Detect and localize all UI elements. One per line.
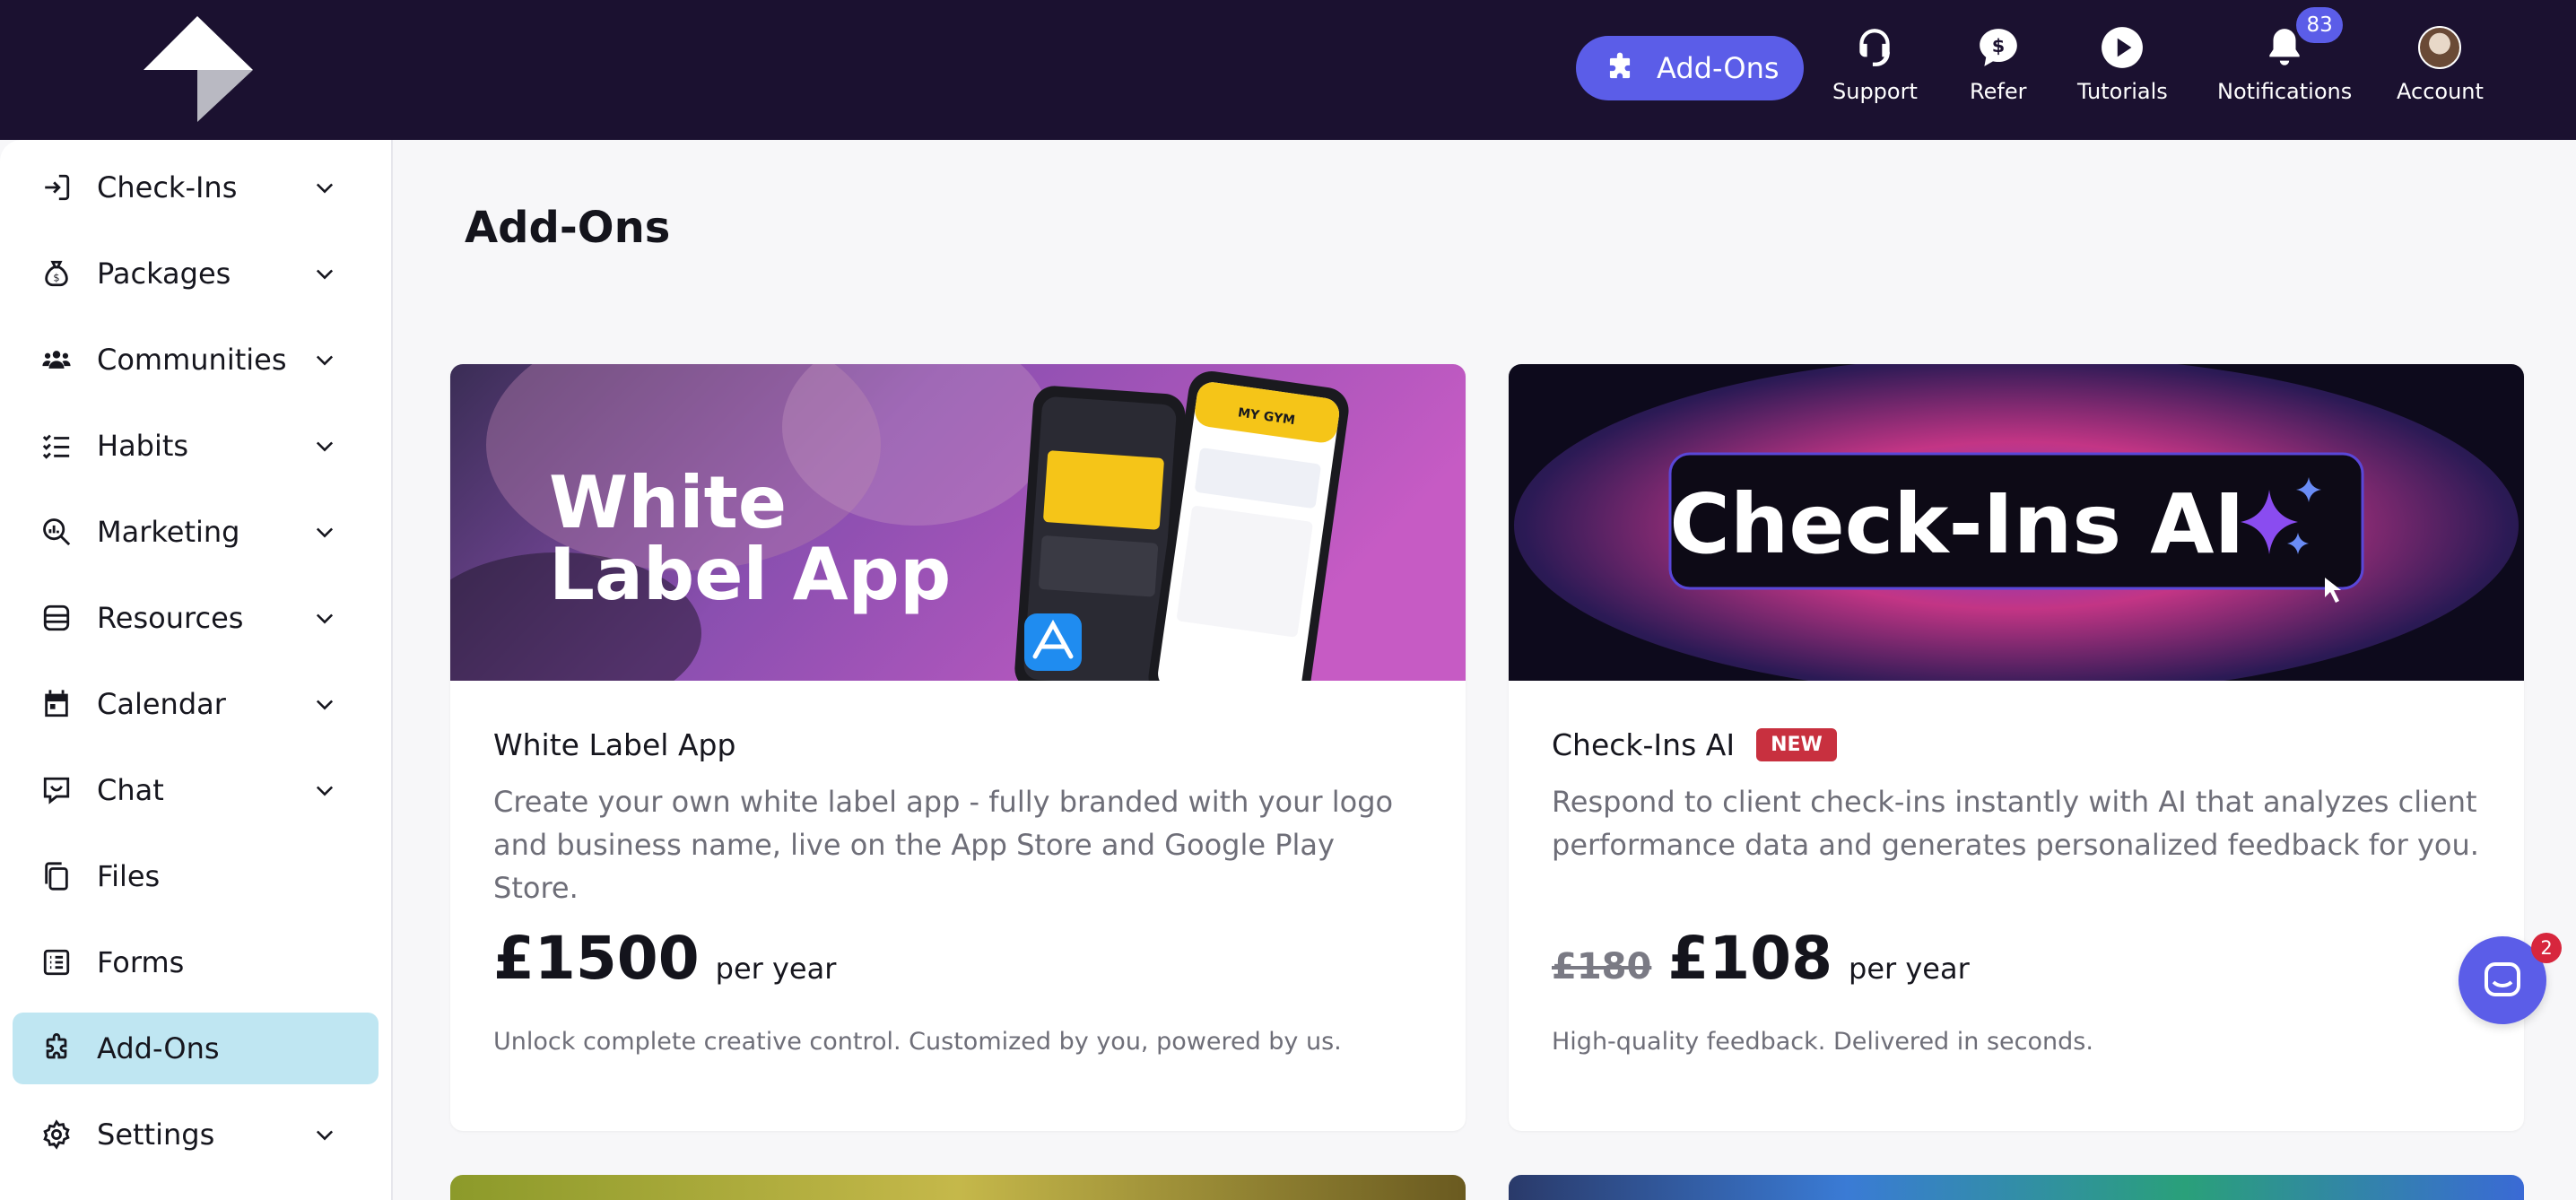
- support-button[interactable]: Support: [1832, 23, 1918, 113]
- price-row: £180 £108 per year: [1552, 924, 1970, 993]
- addons-button-label: Add-Ons: [1657, 51, 1780, 85]
- sidebar-item-check-ins[interactable]: Check-Ins: [13, 152, 379, 223]
- card-tagline: High-quality feedback. Delivered in seco…: [1552, 1028, 2093, 1056]
- checklist-icon: [42, 434, 70, 459]
- svg-text:$: $: [1991, 35, 2005, 57]
- account-label: Account: [2397, 79, 2484, 104]
- chevron-down-icon[interactable]: [312, 175, 337, 200]
- puzzle-icon: [1609, 52, 1631, 79]
- white-label-app-banner: MY GYM White Label App: [450, 364, 1466, 681]
- notifications-count-badge: 83: [2296, 7, 2344, 43]
- magnify-chart-icon: [43, 518, 71, 546]
- tutorials-button[interactable]: Tutorials: [2077, 23, 2168, 113]
- sidebar-item-calendar[interactable]: Calendar: [13, 668, 379, 740]
- chevron-down-icon[interactable]: [312, 519, 337, 544]
- page-title: Add-Ons: [465, 203, 671, 253]
- svg-text:$: $: [53, 272, 59, 284]
- chevron-down-icon[interactable]: [312, 778, 337, 803]
- sidebar-item-marketing[interactable]: Marketing: [13, 496, 379, 568]
- card-description: Respond to client check-ins instantly wi…: [1552, 785, 2479, 862]
- chat-unread-badge: 2: [2531, 933, 2562, 963]
- sidebar-item-label: Files: [97, 859, 161, 893]
- form-icon: [43, 949, 70, 976]
- brand-logo[interactable]: [142, 14, 253, 122]
- sidebar-item-habits[interactable]: Habits: [13, 410, 379, 482]
- account-button[interactable]: Account: [2397, 23, 2484, 113]
- avatar: [2418, 26, 2462, 69]
- sidebar-item-label: Packages: [97, 257, 231, 291]
- money-bag-icon: $: [45, 260, 68, 287]
- sidebar-item-label: Habits: [97, 429, 189, 463]
- addons-button[interactable]: Add-Ons: [1576, 36, 1804, 100]
- card-description: Create your own white label app - fully …: [493, 785, 1394, 905]
- sidebar-item-add-ons[interactable]: Add-Ons: [13, 1013, 379, 1084]
- addon-card-peek[interactable]: [1509, 1175, 2524, 1200]
- chat-icon: [2485, 962, 2520, 996]
- sidebar-item-chat[interactable]: Chat: [13, 754, 379, 826]
- chevron-down-icon[interactable]: [312, 347, 337, 372]
- sidebar-item-label: Add-Ons: [97, 1031, 220, 1065]
- chevron-down-icon[interactable]: [312, 1122, 337, 1147]
- people-icon: [42, 351, 71, 369]
- new-badge: NEW: [1756, 727, 1837, 761]
- card-title: Check-Ins AI: [1552, 726, 1736, 762]
- sidebar-item-resources[interactable]: Resources: [13, 582, 379, 654]
- banner-title: Check-Ins AI: [1669, 476, 2244, 572]
- play-icon: [2102, 27, 2144, 68]
- addon-card-white-label-app[interactable]: MY GYM White Label App White Label App C…: [450, 364, 1466, 1131]
- puzzle-icon: [46, 1033, 67, 1059]
- dollar-bubble-icon: $: [1979, 29, 2017, 66]
- notifications-button[interactable]: 83 Notifications: [2217, 7, 2353, 113]
- chevron-down-icon[interactable]: [312, 261, 337, 286]
- refer-button[interactable]: $ Refer: [1970, 23, 2026, 113]
- sidebar-item-settings[interactable]: Settings: [13, 1099, 379, 1170]
- price: £108: [1667, 924, 1833, 993]
- tutorials-label: Tutorials: [2077, 79, 2168, 104]
- addon-card-peek[interactable]: [450, 1175, 1466, 1200]
- original-price: £180: [1552, 946, 1652, 987]
- sidebar-item-label: Resources: [97, 601, 244, 635]
- sidebar-item-label: Forms: [97, 945, 185, 979]
- sidebar: Check-Ins $ Packages Communities Habits …: [0, 140, 393, 1200]
- price-period: per year: [715, 952, 837, 986]
- sidebar-item-label: Check-Ins: [97, 170, 238, 204]
- sidebar-item-label: Calendar: [97, 687, 226, 721]
- sidebar-item-label: Marketing: [97, 515, 240, 549]
- price: £1500: [493, 924, 700, 993]
- banner-text-line2: Label App: [549, 533, 951, 616]
- top-bar: Add-Ons Support $ Refer Tutorials 83 Not…: [0, 0, 2576, 140]
- price-period: per year: [1849, 952, 1970, 986]
- files-icon: [45, 862, 68, 891]
- card-title: White Label App: [493, 726, 736, 762]
- sidebar-item-label: Chat: [97, 773, 164, 807]
- chevron-down-icon[interactable]: [312, 433, 337, 458]
- refer-label: Refer: [1970, 79, 2027, 104]
- chevron-down-icon[interactable]: [312, 605, 337, 630]
- support-label: Support: [1832, 79, 1918, 104]
- headset-icon: [1859, 29, 1891, 66]
- sidebar-item-label: Communities: [97, 343, 287, 377]
- price-row: £1500 per year: [493, 924, 836, 993]
- gear-icon: [43, 1119, 70, 1150]
- sidebar-item-files[interactable]: Files: [13, 840, 379, 912]
- sidebar-item-communities[interactable]: Communities: [13, 324, 379, 396]
- check-ins-ai-banner: Check-Ins AI: [1509, 364, 2524, 681]
- addon-card-check-ins-ai[interactable]: Check-Ins AI Check-Ins AI NEW Respond to…: [1509, 364, 2524, 1131]
- sidebar-item-packages[interactable]: $ Packages: [13, 238, 379, 309]
- database-icon: [43, 604, 70, 631]
- check-in-icon: [45, 174, 70, 201]
- sidebar-item-label: Settings: [97, 1117, 215, 1152]
- sidebar-item-forms[interactable]: Forms: [13, 926, 379, 998]
- card-tagline: Unlock complete creative control. Custom…: [493, 1028, 1342, 1056]
- chat-icon: [43, 777, 70, 804]
- notifications-label: Notifications: [2217, 79, 2353, 104]
- calendar-icon: [45, 690, 68, 717]
- chevron-down-icon[interactable]: [312, 691, 337, 717]
